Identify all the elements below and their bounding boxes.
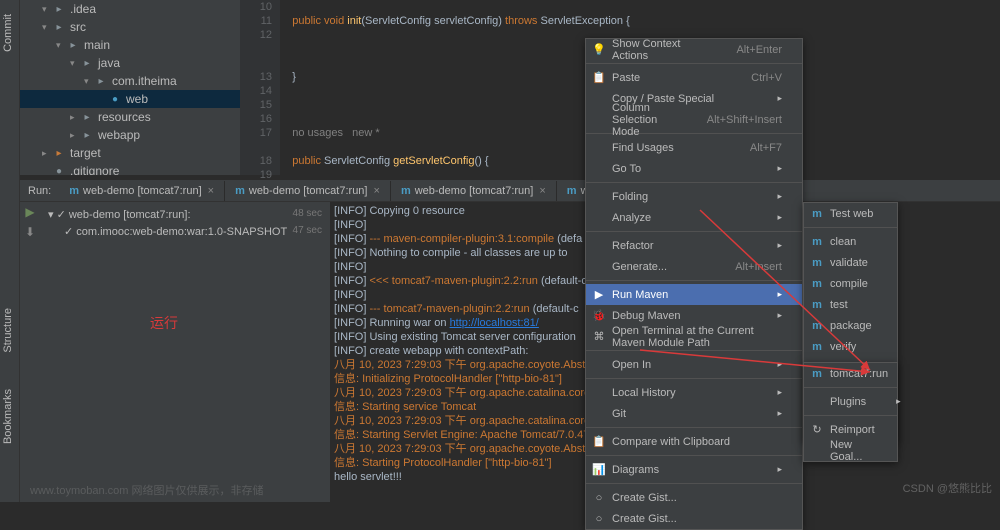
- menu-item[interactable]: 📋Compare with Clipboard: [586, 431, 802, 452]
- annotation-text: 运行: [150, 313, 178, 333]
- editor-context-menu[interactable]: 💡Show Context ActionsAlt+Enter 📋PasteCtrl…: [585, 38, 803, 530]
- maven-icon: m: [810, 368, 824, 380]
- circle-icon: ●: [108, 92, 122, 106]
- menu-item[interactable]: mvalidate: [804, 252, 897, 273]
- file-icon: ●: [52, 164, 66, 175]
- maven-icon: m: [810, 299, 824, 311]
- menu-item[interactable]: mclean: [804, 231, 897, 252]
- folder-icon: ▸: [80, 128, 94, 142]
- stop-icon[interactable]: ⬇: [20, 222, 40, 242]
- run-tab-bar: Run: mweb-demo [tomcat7:run]× mweb-demo …: [20, 180, 1000, 202]
- maven-icon: m: [810, 257, 824, 269]
- tree-item[interactable]: ▸▸webapp: [20, 126, 240, 144]
- tree-item[interactable]: ▾▸com.itheima: [20, 72, 240, 90]
- folder-icon: ▸: [66, 38, 80, 52]
- menu-item[interactable]: mTest web: [804, 203, 897, 224]
- tree-item[interactable]: ▾▸java: [20, 54, 240, 72]
- menu-icon: 📋: [592, 71, 606, 84]
- run-tab[interactable]: mweb-demo [tomcat7:run]×: [59, 181, 225, 201]
- structure-tab[interactable]: Structure: [0, 300, 16, 361]
- menu-item[interactable]: ⌘Open Terminal at the Current Maven Modu…: [586, 326, 802, 347]
- menu-icon: ▶: [592, 288, 606, 301]
- menu-item[interactable]: Generate...Alt+Insert: [586, 256, 802, 277]
- folder-icon: ▸: [52, 20, 66, 34]
- menu-item[interactable]: Refactor▸: [586, 235, 802, 256]
- menu-item[interactable]: Find UsagesAlt+F7: [586, 137, 802, 158]
- folder-icon: ▸: [52, 146, 66, 160]
- menu-icon: 📋: [592, 435, 606, 448]
- menu-item[interactable]: 📋PasteCtrl+V: [586, 67, 802, 88]
- maven-icon: m: [810, 208, 824, 220]
- menu-item[interactable]: Plugins▸: [804, 391, 897, 412]
- menu-item[interactable]: mpackage: [804, 315, 897, 336]
- commit-tab[interactable]: Commit: [0, 6, 16, 60]
- menu-item[interactable]: mtest: [804, 294, 897, 315]
- menu-item[interactable]: Git▸: [586, 403, 802, 424]
- maven-icon: m: [810, 236, 824, 248]
- bookmarks-tab[interactable]: Bookmarks: [0, 381, 16, 452]
- tree-item[interactable]: ▾▸.idea: [20, 0, 240, 18]
- folder-icon: ▸: [80, 110, 94, 124]
- menu-icon: 🐞: [592, 309, 606, 322]
- menu-item[interactable]: mcompile: [804, 273, 897, 294]
- menu-icon: ↻: [810, 423, 824, 436]
- csdn-credit: CSDN @悠熊比比: [903, 480, 992, 496]
- menu-item[interactable]: ○Create Gist...: [586, 487, 802, 508]
- menu-item[interactable]: Folding▸: [586, 186, 802, 207]
- menu-icon: ⌘: [592, 330, 606, 343]
- tree-item[interactable]: ●web: [20, 90, 240, 108]
- run-toolbar: ▶ ⬇: [20, 202, 40, 502]
- menu-item[interactable]: 📊Diagrams▸: [586, 459, 802, 480]
- tree-item[interactable]: ▾▸main: [20, 36, 240, 54]
- menu-item[interactable]: 🐞Debug Maven▸: [586, 305, 802, 326]
- maven-icon: m: [810, 278, 824, 290]
- menu-item[interactable]: ↻Reimport: [804, 419, 897, 440]
- tree-item[interactable]: ▸▸target: [20, 144, 240, 162]
- tree-item[interactable]: ▾▸src: [20, 18, 240, 36]
- editor-gutter: 10111213141516171819: [240, 0, 280, 175]
- run-tree[interactable]: ▾ ✓ web-demo [tomcat7:run]:48 sec ✓ com.…: [40, 202, 330, 502]
- menu-item[interactable]: Go To▸: [586, 158, 802, 179]
- tree-item[interactable]: ▸▸resources: [20, 108, 240, 126]
- menu-item[interactable]: Column Selection ModeAlt+Shift+Insert: [586, 109, 802, 130]
- run-tab[interactable]: mweb-demo [tomcat7:run]×: [391, 181, 557, 201]
- menu-icon: ○: [592, 513, 606, 525]
- project-tree[interactable]: ▾▸.idea▾▸src▾▸main▾▸java▾▸com.itheima●we…: [20, 0, 240, 175]
- folder-icon: ▸: [52, 2, 66, 16]
- menu-icon: 💡: [592, 43, 606, 56]
- menu-item[interactable]: ▶Run Maven▸: [586, 284, 802, 305]
- menu-item[interactable]: mverify: [804, 336, 897, 357]
- folder-icon: ▸: [94, 74, 108, 88]
- menu-item[interactable]: Local History▸: [586, 382, 802, 403]
- menu-item[interactable]: New Goal...: [804, 440, 897, 461]
- folder-icon: ▸: [80, 56, 94, 70]
- menu-item[interactable]: mtomcat7:run: [804, 363, 897, 384]
- menu-item[interactable]: 💡Show Context ActionsAlt+Enter: [586, 39, 802, 60]
- run-label: Run:: [20, 185, 59, 197]
- menu-item[interactable]: ○Create Gist...: [586, 508, 802, 529]
- tree-item[interactable]: ●.gitignore: [20, 162, 240, 175]
- maven-submenu-2[interactable]: mtomcat7:run Plugins▸ ↻ReimportNew Goal...: [803, 362, 898, 462]
- watermark: www.toymoban.com 网络图片仅供展示，非存储: [30, 482, 263, 498]
- run-tree-root[interactable]: ▾ ✓ web-demo [tomcat7:run]:48 sec: [44, 206, 326, 223]
- maven-icon: m: [810, 341, 824, 353]
- run-tab[interactable]: mweb-demo [tomcat7:run]×: [225, 181, 391, 201]
- menu-item[interactable]: Open In▸: [586, 354, 802, 375]
- rerun-icon[interactable]: ▶: [20, 202, 40, 222]
- left-tool-rail: Commit Structure Bookmarks: [0, 0, 20, 502]
- maven-icon: m: [810, 320, 824, 332]
- menu-icon: 📊: [592, 463, 606, 476]
- menu-item[interactable]: Analyze▸: [586, 207, 802, 228]
- run-tree-child[interactable]: ✓ com.imooc:web-demo:war:1.0-SNAPSHOT47 …: [44, 223, 326, 240]
